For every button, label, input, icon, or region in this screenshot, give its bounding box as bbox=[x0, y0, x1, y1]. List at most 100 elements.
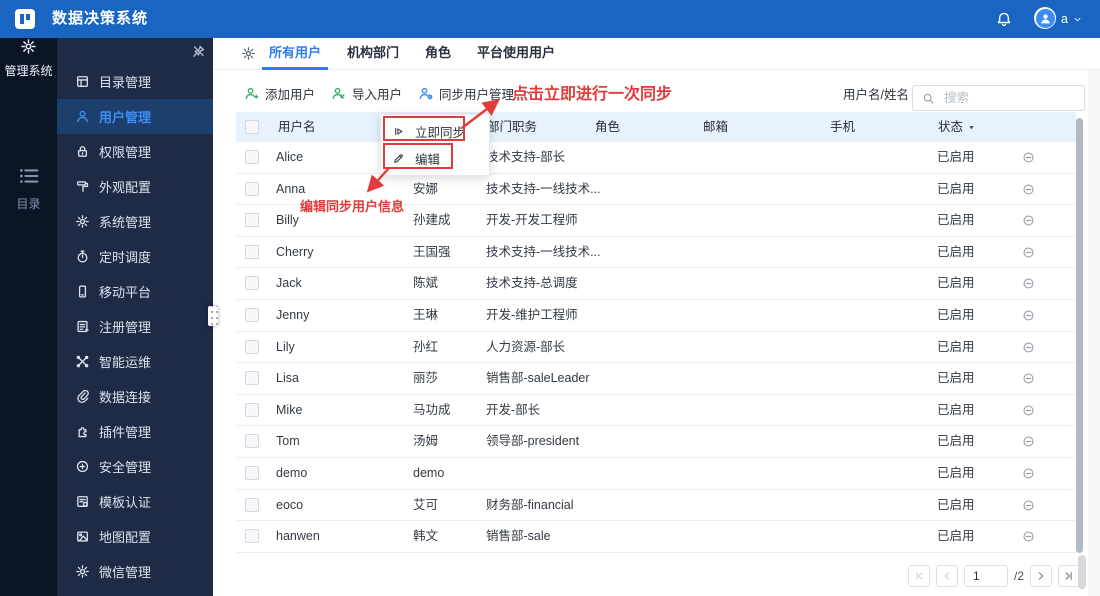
settings-gear-icon[interactable] bbox=[241, 46, 256, 61]
sidebar-item[interactable]: 微信管理 bbox=[57, 554, 213, 589]
sidebar: 目录管理 用户管理 权限管理 外观配置 系统管理 定时调度 移动平台 注册管理 … bbox=[57, 38, 213, 596]
rail-item[interactable]: 管理系统 bbox=[0, 38, 57, 79]
table-row: Tom 汤姆 领导部-president 已启用 bbox=[236, 426, 1076, 458]
cell-name: 孙红 bbox=[413, 339, 439, 354]
sidebar-item[interactable]: 目录管理 bbox=[57, 64, 213, 99]
sidebar-menu: 目录管理 用户管理 权限管理 外观配置 系统管理 定时调度 移动平台 注册管理 … bbox=[57, 64, 213, 589]
sidebar-item-icon bbox=[75, 144, 90, 159]
prev-page-icon[interactable] bbox=[941, 570, 953, 582]
row-checkbox[interactable] bbox=[245, 150, 259, 164]
disable-user-icon[interactable] bbox=[1022, 530, 1035, 543]
disable-user-icon[interactable] bbox=[1022, 214, 1035, 227]
cell-username: Cherry bbox=[276, 244, 314, 259]
sidebar-item[interactable]: 权限管理 bbox=[57, 134, 213, 169]
cell-name: demo bbox=[413, 465, 445, 480]
sidebar-item[interactable]: 数据连接 bbox=[57, 379, 213, 414]
sidebar-item[interactable]: 地图配置 bbox=[57, 519, 213, 554]
collapse-pin-icon[interactable] bbox=[191, 44, 206, 59]
tab[interactable]: 所有用户 bbox=[262, 38, 329, 70]
disable-user-icon[interactable] bbox=[1022, 183, 1035, 196]
table-row: Lisa 丽莎 销售部-saleLeader 已启用 bbox=[236, 363, 1076, 395]
toolbar-button-label: 导入用户 bbox=[352, 87, 403, 102]
sidebar-item[interactable]: 系统管理 bbox=[57, 204, 213, 239]
last-page-icon[interactable] bbox=[1063, 570, 1075, 582]
sidebar-item[interactable]: 注册管理 bbox=[57, 309, 213, 344]
column-header-status: 状态 bbox=[938, 120, 964, 134]
row-checkbox[interactable] bbox=[245, 181, 259, 196]
search-filter-label: 用户名/姓名 bbox=[843, 87, 909, 102]
annotation-box-edit bbox=[383, 143, 453, 169]
sidebar-item[interactable]: 安全管理 bbox=[57, 449, 213, 484]
brand-logo-icon bbox=[14, 8, 36, 30]
first-page-icon[interactable] bbox=[913, 570, 925, 582]
tab[interactable]: 机构部门 bbox=[340, 38, 406, 70]
sidebar-item[interactable]: 模板认证 bbox=[57, 484, 213, 519]
notification-bell-icon[interactable] bbox=[996, 11, 1012, 27]
row-checkbox[interactable] bbox=[245, 307, 259, 322]
sidebar-item-label: 外观配置 bbox=[99, 180, 152, 195]
row-checkbox[interactable] bbox=[245, 402, 259, 417]
disable-user-icon[interactable] bbox=[1022, 499, 1035, 512]
toolbar-button[interactable]: 导入用户 bbox=[331, 84, 402, 103]
cell-status: 已启用 bbox=[937, 307, 975, 322]
disable-user-icon[interactable] bbox=[1022, 309, 1035, 322]
row-checkbox[interactable] bbox=[245, 276, 259, 291]
row-checkbox[interactable] bbox=[245, 434, 259, 449]
row-checkbox[interactable] bbox=[245, 529, 259, 544]
search-filter-select[interactable]: 用户名/姓名 bbox=[843, 78, 923, 108]
row-checkbox[interactable] bbox=[245, 339, 259, 354]
row-checkbox[interactable] bbox=[245, 244, 259, 259]
sidebar-item[interactable]: 定时调度 bbox=[57, 239, 213, 274]
row-checkbox[interactable] bbox=[245, 371, 259, 386]
page-number-input[interactable] bbox=[964, 565, 1008, 587]
sidebar-item-icon bbox=[75, 319, 90, 334]
disable-user-icon[interactable] bbox=[1022, 372, 1035, 385]
user-menu-chevron-icon[interactable] bbox=[1072, 14, 1083, 25]
sidebar-item[interactable]: 智能运维 bbox=[57, 344, 213, 379]
cell-username: Tom bbox=[276, 434, 300, 449]
row-checkbox[interactable] bbox=[245, 465, 259, 480]
sidebar-item[interactable]: 外观配置 bbox=[57, 169, 213, 204]
sidebar-drag-handle[interactable] bbox=[208, 306, 218, 326]
search-input[interactable] bbox=[942, 90, 1084, 106]
row-checkbox[interactable] bbox=[245, 213, 259, 228]
next-page-icon[interactable] bbox=[1035, 570, 1047, 582]
username-label[interactable]: a bbox=[1061, 0, 1068, 38]
table-row: Cherry 王国强 技术支持-一线技术... 已启用 bbox=[236, 237, 1076, 269]
sidebar-item[interactable]: 插件管理 bbox=[57, 414, 213, 449]
disable-user-icon[interactable] bbox=[1022, 151, 1035, 164]
cell-name: 艾可 bbox=[413, 497, 439, 512]
user-avatar-icon bbox=[1039, 12, 1052, 25]
disable-user-icon[interactable] bbox=[1022, 341, 1035, 354]
table-scrollbar-thumb[interactable] bbox=[1076, 118, 1083, 553]
page-scrollbar-thumb[interactable] bbox=[1078, 555, 1086, 589]
tab-label: 平台使用用户 bbox=[477, 45, 556, 60]
disable-user-icon[interactable] bbox=[1022, 246, 1035, 259]
tabbar: 所有用户 机构部门 角色 平台使用用户 bbox=[213, 38, 1100, 70]
sidebar-item-icon bbox=[75, 459, 90, 474]
cell-status: 已启用 bbox=[937, 213, 975, 228]
disable-user-icon[interactable] bbox=[1022, 277, 1035, 290]
column-header-phone: 手机 bbox=[830, 120, 856, 134]
tab[interactable]: 角色 bbox=[418, 38, 458, 70]
toolbar-button[interactable]: 添加用户 bbox=[244, 84, 315, 103]
sidebar-item[interactable]: 移动平台 bbox=[57, 274, 213, 309]
status-filter-caret-icon[interactable] bbox=[967, 123, 976, 132]
row-checkbox[interactable] bbox=[245, 497, 259, 512]
cell-dept: 开发-开发工程师 bbox=[486, 213, 578, 228]
sidebar-item[interactable]: 用户管理 bbox=[57, 99, 213, 134]
avatar[interactable] bbox=[1034, 7, 1056, 29]
disable-user-icon[interactable] bbox=[1022, 435, 1035, 448]
select-all-checkbox[interactable] bbox=[245, 120, 259, 134]
disable-user-icon[interactable] bbox=[1022, 467, 1035, 480]
disable-user-icon[interactable] bbox=[1022, 404, 1035, 417]
cell-username: Jenny bbox=[276, 307, 310, 322]
toolbar-button-label: 添加用户 bbox=[265, 87, 316, 102]
rail-item[interactable]: 目录 bbox=[0, 164, 57, 212]
sidebar-item-icon bbox=[75, 109, 90, 124]
tab[interactable]: 平台使用用户 bbox=[470, 38, 562, 70]
sidebar-item-icon bbox=[75, 424, 90, 439]
tab-label: 角色 bbox=[425, 45, 452, 60]
cell-status: 已启用 bbox=[937, 497, 975, 512]
cell-name: 王国强 bbox=[413, 244, 451, 259]
